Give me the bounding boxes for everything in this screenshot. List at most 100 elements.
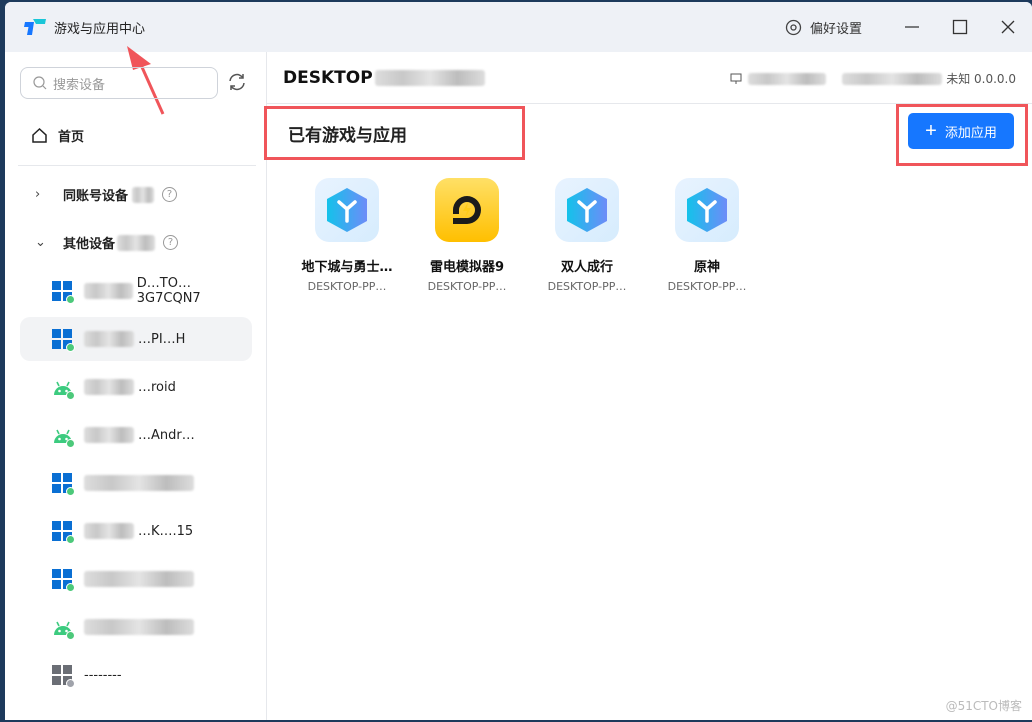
chevron-right-icon: › — [35, 187, 41, 202]
minimize-icon — [905, 26, 919, 28]
device-name: …PI…H — [138, 331, 186, 347]
app-title: 游戏与应用中心 — [54, 21, 146, 37]
device-header: DESKTOP 未知 0.0.0.0 — [267, 52, 1032, 104]
app-device: DESKTOP-PP… — [307, 280, 387, 293]
windows-icon — [52, 521, 75, 544]
maximize-button[interactable] — [936, 2, 984, 52]
blurred-count — [117, 234, 156, 251]
blurred-info — [748, 72, 827, 85]
device-item[interactable]: …Andr… — [20, 413, 252, 457]
app-name: 原神 — [693, 260, 720, 275]
sidebar-item-home[interactable]: 首页 — [31, 126, 84, 145]
group-same-account[interactable]: › 同账号设备 ? — [35, 185, 178, 204]
device-item[interactable] — [20, 557, 252, 601]
chevron-down-icon: ⌄ — [35, 235, 46, 250]
blurred-count — [132, 186, 155, 203]
plus-icon: + — [925, 120, 937, 142]
android-icon — [52, 617, 75, 640]
cube-app-icon — [315, 178, 379, 242]
device-name: …Andr… — [138, 427, 195, 443]
windows-icon — [52, 569, 75, 592]
watermark: @51CTO博客 — [945, 699, 1022, 713]
cube-app-icon — [675, 178, 739, 242]
app-device: DESKTOP-PP… — [547, 280, 627, 293]
cube-app-icon — [555, 178, 619, 242]
close-button[interactable] — [984, 2, 1032, 52]
close-icon — [1001, 20, 1015, 34]
device-status: 未知 0.0.0.0 — [946, 72, 1016, 86]
status-dot — [66, 583, 75, 592]
home-icon — [32, 127, 47, 143]
section-title: 已有游戏与应用 — [288, 126, 407, 146]
device-name: -------- — [84, 667, 122, 683]
device-name: …K….15 — [138, 523, 194, 539]
main-panel: DESKTOP 未知 0.0.0.0 已有游戏与应用 + 添加应用 地下城与勇士…… — [264, 52, 1032, 720]
device-item[interactable]: D…TO…3G7CQN7 — [20, 269, 252, 313]
blurred-name — [84, 283, 133, 299]
device-item[interactable]: …PI…H — [20, 317, 252, 361]
status-dot — [66, 343, 75, 352]
add-app-button[interactable]: + 添加应用 — [908, 113, 1014, 149]
status-dot — [66, 487, 75, 496]
status-dot — [66, 631, 75, 640]
group-label: 同账号设备 — [63, 189, 129, 204]
app-tile[interactable]: 双人成行 DESKTOP-PP… — [527, 178, 647, 293]
android-icon — [52, 377, 75, 400]
device-item[interactable] — [20, 605, 252, 649]
device-item[interactable] — [20, 461, 252, 505]
app-tile[interactable]: 地下城与勇士… DESKTOP-PP… — [287, 178, 407, 293]
minimize-button[interactable] — [888, 2, 936, 52]
blurred-device-suffix — [374, 69, 485, 86]
windows-icon — [52, 281, 75, 304]
sidebar: 搜索设备 首页 › 同账号设备 ? ⌄ 其他设备 ? D…TO…3G7CQN7 …… — [5, 52, 267, 720]
device-item[interactable]: -------- — [20, 653, 252, 697]
device-name: …roid — [138, 379, 176, 395]
blurred-name — [84, 571, 194, 587]
blurred-name — [84, 523, 134, 539]
device-item[interactable]: …roid — [20, 365, 252, 409]
help-icon[interactable]: ? — [163, 235, 179, 250]
preferences-button[interactable]: 偏好设置 — [785, 18, 862, 37]
app-name: 地下城与勇士… — [301, 260, 393, 275]
device-item[interactable]: …K….15 — [20, 509, 252, 553]
help-icon[interactable]: ? — [162, 187, 178, 202]
app-device: DESKTOP-PP… — [427, 280, 507, 293]
windows-icon — [52, 665, 75, 688]
blurred-name — [84, 331, 134, 347]
blurred-info — [842, 72, 943, 85]
app-logo-icon — [24, 19, 46, 35]
device-name: DESKTOP — [283, 67, 373, 88]
blurred-name — [84, 475, 194, 491]
search-icon — [33, 76, 47, 90]
add-app-label: 添加应用 — [944, 124, 997, 140]
refresh-icon[interactable] — [227, 72, 247, 92]
app-window: 游戏与应用中心 偏好设置 搜索设备 首页 › 同账号设备 ? ⌄ 其他设备 ? … — [5, 2, 1032, 720]
blurred-name — [84, 619, 194, 635]
device-name: D…TO…3G7CQN7 — [136, 276, 201, 306]
status-dot — [66, 295, 75, 304]
blurred-name — [84, 427, 134, 443]
divider — [18, 165, 256, 166]
status-dot — [66, 535, 75, 544]
group-label: 其他设备 — [63, 237, 116, 252]
search-input[interactable]: 搜索设备 — [20, 67, 218, 99]
app-tile[interactable]: 雷电模拟器9 DESKTOP-PP… — [407, 178, 527, 293]
maximize-icon — [952, 19, 968, 35]
windows-icon — [52, 329, 75, 352]
status-dot — [66, 439, 75, 448]
blurred-name — [84, 379, 134, 395]
preferences-label: 偏好设置 — [809, 21, 862, 37]
group-other-devices[interactable]: ⌄ 其他设备 ? — [35, 233, 179, 252]
status-dot — [66, 391, 75, 400]
app-device: DESKTOP-PP… — [667, 280, 747, 293]
search-placeholder: 搜索设备 — [53, 77, 106, 93]
app-name: 双人成行 — [560, 260, 613, 275]
ldplayer-app-icon — [435, 178, 499, 242]
app-name: 雷电模拟器9 — [429, 260, 505, 275]
android-icon — [52, 425, 75, 448]
settings-icon — [785, 19, 802, 35]
status-dot — [66, 679, 75, 688]
windows-icon — [52, 473, 75, 496]
app-tile[interactable]: 原神 DESKTOP-PP… — [647, 178, 767, 293]
monitor-icon — [730, 73, 742, 84]
